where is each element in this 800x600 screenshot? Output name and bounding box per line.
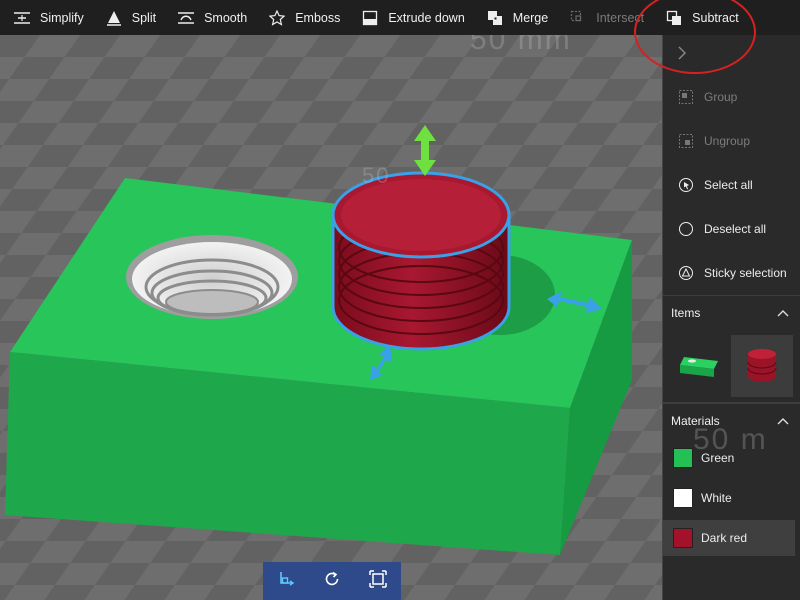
dimension-label-panel: 50 m (693, 423, 768, 456)
threaded-cylinder[interactable] (331, 171, 511, 351)
emboss-button[interactable]: Emboss (255, 0, 348, 35)
extrude-down-icon (360, 8, 380, 28)
3d-viewport[interactable]: 50 mm 50 (0, 35, 662, 600)
move-tool-icon (277, 570, 295, 593)
transform-toolbar (263, 562, 401, 600)
green-swatch (673, 448, 693, 468)
merge-label: Merge (512, 10, 549, 25)
split-button[interactable]: Split (92, 0, 164, 35)
emboss-label: Emboss (295, 10, 341, 25)
select-all-label: Select all (704, 178, 753, 192)
ungroup-label: Ungroup (704, 134, 751, 148)
intersect-button[interactable]: Intersect (556, 0, 652, 35)
smooth-label: Smooth (204, 10, 248, 25)
select-all-icon (677, 176, 695, 194)
simplify-icon (12, 8, 32, 28)
sticky-selection-button[interactable]: Sticky selection (663, 251, 800, 295)
items-list (663, 330, 800, 403)
ungroup-icon (677, 132, 695, 150)
merge-icon (485, 8, 505, 28)
collapse-panel-button[interactable] (663, 35, 800, 75)
items-section-header[interactable]: Items (663, 295, 800, 330)
item-thumbnail-red-cylinder[interactable] (731, 335, 793, 397)
split-label: Split (131, 10, 157, 25)
deselect-all-icon (677, 220, 695, 238)
item-thumbnail-green-block[interactable] (669, 335, 731, 397)
sticky-selection-label: Sticky selection (704, 266, 787, 280)
right-panel: Group Ungroup Select all Deselect all St… (662, 35, 800, 600)
extrude-down-button[interactable]: Extrude down (348, 0, 472, 35)
merge-button[interactable]: Merge (473, 0, 556, 35)
sticky-selection-icon (677, 264, 695, 282)
rotate-tool-button[interactable] (315, 564, 349, 598)
split-icon (104, 8, 124, 28)
chevron-up-icon[interactable] (777, 306, 789, 320)
simplify-label: Simplify (40, 10, 84, 25)
material-dark-red-label: Dark red (701, 531, 748, 545)
scale-tool-button[interactable] (361, 564, 395, 598)
extrude-down-label: Extrude down (388, 10, 465, 25)
intersect-label: Intersect (596, 10, 645, 25)
subtract-icon (664, 8, 684, 28)
dark-red-swatch (673, 528, 693, 548)
select-all-button[interactable]: Select all (663, 163, 800, 207)
threaded-hole (126, 235, 298, 319)
chevron-up-icon[interactable] (777, 414, 789, 428)
subtract-label: Subtract (692, 10, 739, 25)
smooth-button[interactable]: Smooth (164, 0, 255, 35)
deselect-all-label: Deselect all (704, 222, 767, 236)
rotate-icon (323, 570, 341, 593)
scene-canvas[interactable] (0, 35, 662, 600)
group-button[interactable]: Group (663, 75, 800, 119)
dimension-label-middle: 50 (362, 163, 391, 188)
dimension-label-top: 50 mm (470, 35, 572, 56)
material-white-label: White (701, 491, 732, 505)
material-white[interactable]: White (663, 480, 795, 516)
white-swatch (673, 488, 693, 508)
ungroup-button[interactable]: Ungroup (663, 119, 800, 163)
scale-icon (369, 569, 387, 593)
top-toolbar: Simplify Split Smooth Emboss Extrude dow… (0, 0, 800, 35)
chevron-right-icon (677, 46, 687, 65)
group-icon (677, 88, 695, 106)
green-block[interactable] (5, 178, 632, 555)
deselect-all-button[interactable]: Deselect all (663, 207, 800, 251)
items-header: Items (671, 306, 701, 320)
material-dark-red[interactable]: Dark red (663, 520, 795, 556)
intersect-icon (568, 8, 588, 28)
smooth-icon (176, 8, 196, 28)
move-tool-button[interactable] (269, 564, 303, 598)
subtract-button[interactable]: Subtract (652, 0, 747, 35)
group-label: Group (704, 90, 738, 104)
simplify-button[interactable]: Simplify (0, 0, 92, 35)
star-icon (267, 8, 287, 28)
